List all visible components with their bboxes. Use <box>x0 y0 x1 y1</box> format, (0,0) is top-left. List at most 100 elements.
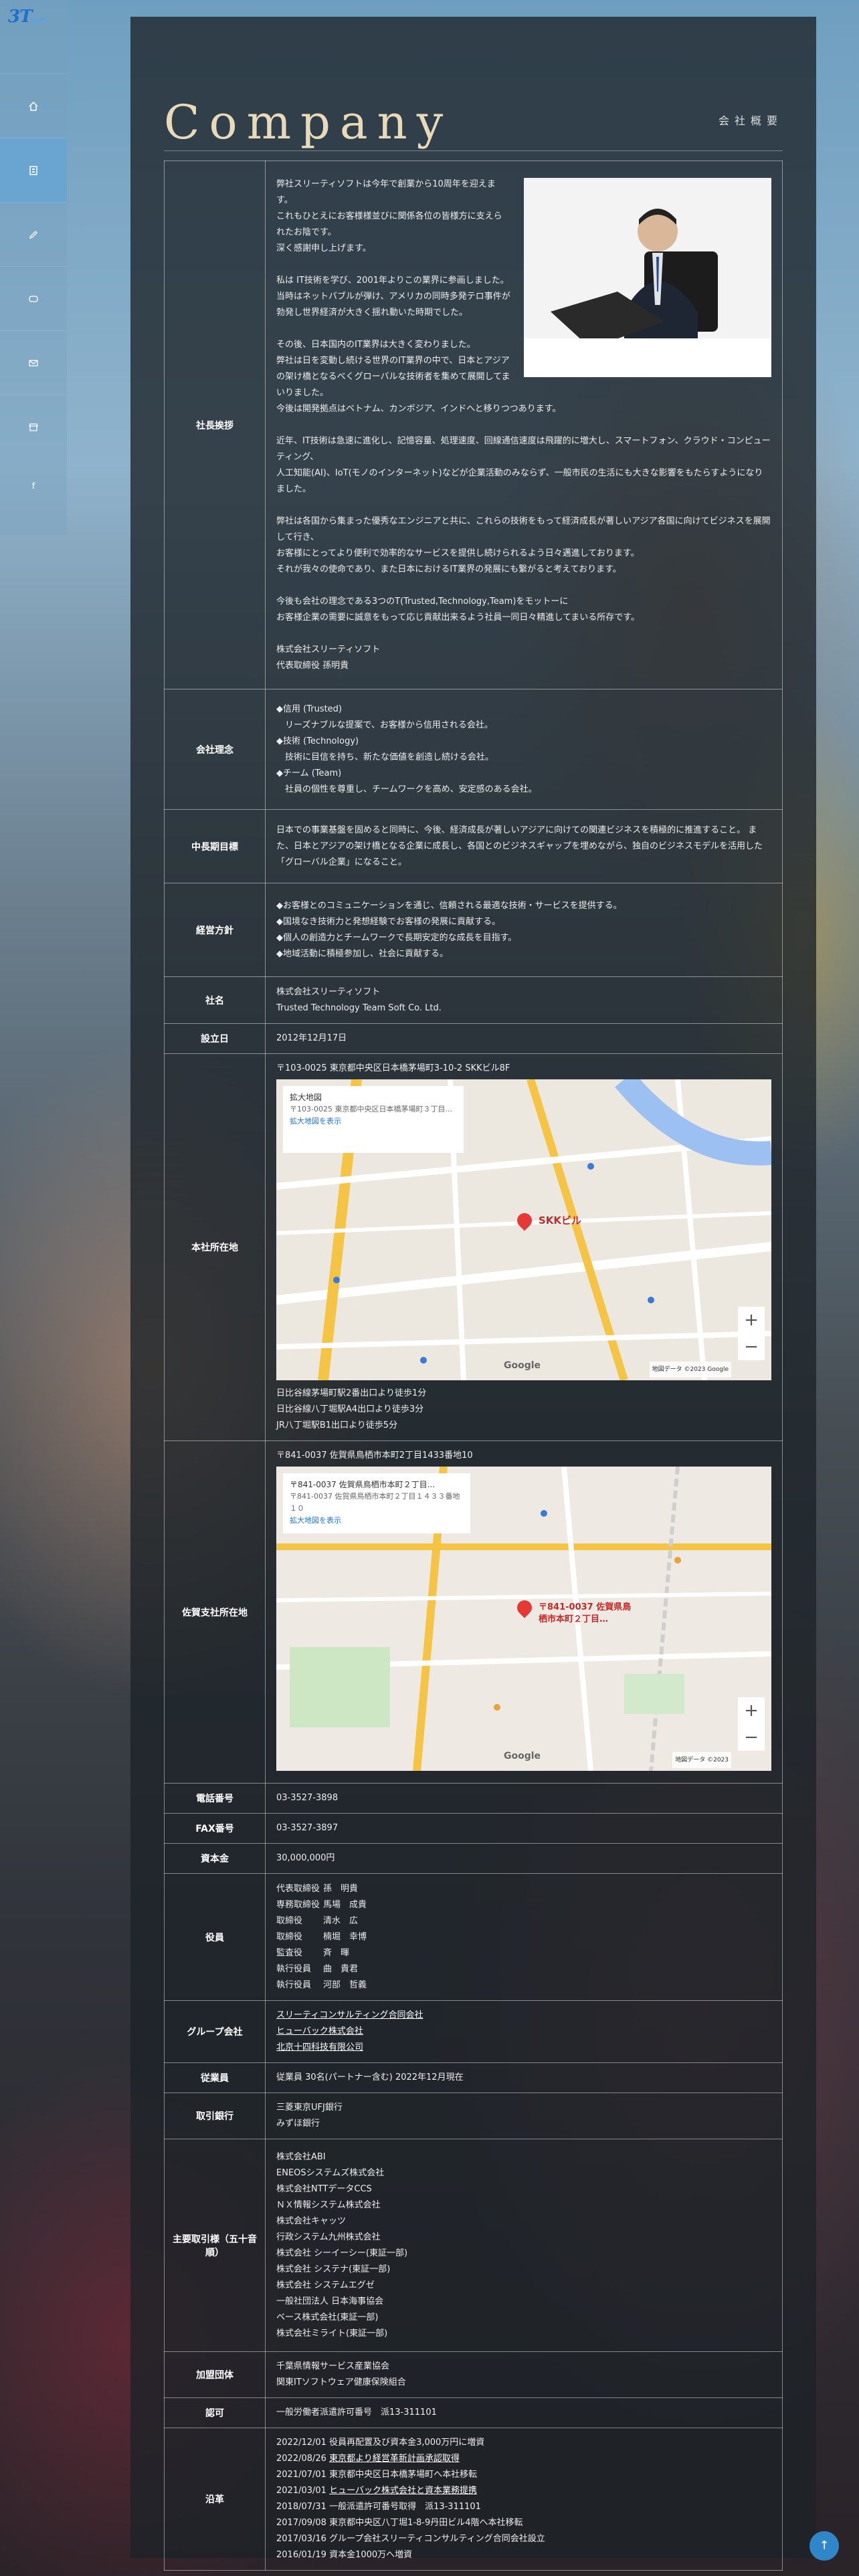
clients-content: 株式会社ABI ENEOSシステムズ株式会社 株式会社NTTデータCCS ＮＸ情… <box>265 2139 783 2352</box>
officer-role: 取締役 <box>276 1915 303 1926</box>
client-line: 株式会社 システムエグゼ <box>276 2280 375 2290</box>
zoom-out-icon[interactable]: − <box>738 1724 765 1751</box>
row-group: グループ会社 スリーティコンサルティング合同会社 ヒューバック株式会社 北京十四… <box>164 2000 783 2063</box>
saga-map[interactable]: 〒841-0037 佐賀県鳥栖市本町２丁目... 〒841-0037 佐賀県鳥栖… <box>276 1467 771 1771</box>
officer-row: 代表取締役孫 明貴 <box>276 1881 771 1897</box>
officer-role: 専務取締役 <box>276 1899 320 1910</box>
client-line: ＮＸ情報システム株式会社 <box>276 2199 381 2210</box>
zoom-in-icon[interactable]: + <box>738 1697 765 1724</box>
hq-map[interactable]: 拡大地図 〒103-0025 東京都中央区日本橋茅場町３丁目... 拡大地図を表… <box>276 1079 771 1380</box>
ceo-photo <box>524 177 771 377</box>
history-content: 2022/12/01 役員再配置及び資本金3,000万円に増資 2022/08/… <box>265 2428 783 2571</box>
client-line: 株式会社NTTデータCCS <box>276 2183 372 2194</box>
officer-role: 執行役員 <box>276 1979 312 1990</box>
history-text: 東京都中央区日本橋茅場町へ本社移転 <box>329 2470 478 2480</box>
client-line: 株式会社ミライト(東証一部) <box>276 2328 388 2339</box>
philosophy-line: リーズナブルな提案で、お客様から信用される会社。 <box>276 720 493 730</box>
label-license: 認可 <box>164 2397 266 2428</box>
page-title: Company <box>164 94 453 150</box>
officer-row: 執行役員曲 貴君 <box>276 1961 771 1977</box>
hq-map-pin-label: SKKビル <box>539 1214 582 1226</box>
policy-content: ◆お客様とのコミュニケーションを通じ、信頼される最適な技術・サービスを提供する。… <box>265 883 783 977</box>
group-company-link[interactable]: ヒューバック株式会社 <box>276 2026 363 2036</box>
label-founded: 設立日 <box>164 1023 266 1054</box>
nav-service[interactable] <box>0 202 67 267</box>
hq-map-enlarge-link[interactable]: 拡大地図を表示 <box>290 1115 457 1128</box>
employees-value: 従業員 30名(パートナー含む) 2022年12月現在 <box>265 2062 783 2093</box>
hq-map-google-logo: Google <box>504 1360 541 1371</box>
officer-name: 斉 暉 <box>323 1947 350 1958</box>
company-name-content: 株式会社スリーティソフト Trusted Technology Team Sof… <box>265 976 783 1024</box>
facebook-link[interactable]: f <box>0 481 67 492</box>
founded-value: 2012年12月17日 <box>265 1023 783 1054</box>
nav-contact[interactable] <box>0 330 67 395</box>
officer-row: 取締役 清水 広 <box>276 1913 771 1929</box>
row-license: 認可 一般労働者派遣許可番号 派13-311101 <box>164 2397 783 2428</box>
company-info-table: 社長挨拶 弊社スリーティソフトは今年で創業から10周年を迎えます。 これもひとえ… <box>164 160 783 2571</box>
history-item: 2022/12/01 役員再配置及び資本金3,000万円に増資 <box>276 2435 771 2451</box>
saga-map-enlarge-link[interactable]: 拡大地図を表示 <box>290 1515 464 1527</box>
history-date: 2021/07/01 <box>276 2470 326 2480</box>
history-link[interactable]: 東京都より経営革新計画承認取得 <box>329 2454 460 2464</box>
history-date: 2017/03/16 <box>276 2534 326 2544</box>
group-company-link[interactable]: 北京十四科技有限公司 <box>276 2042 363 2052</box>
row-banks: 取引銀行 三菱東京UFJ銀行 みずほ銀行 <box>164 2092 783 2139</box>
history-item: 2021/07/01 東京都中央区日本橋茅場町へ本社移転 <box>276 2467 771 2483</box>
officer-row: 取締役 楠堀 幸博 <box>276 1929 771 1945</box>
company-logo[interactable]: 3T soft <box>8 7 59 33</box>
hq-map-zoom[interactable]: + − <box>738 1307 765 1360</box>
nav-shop[interactable] <box>0 395 67 459</box>
history-link[interactable]: ヒューバック株式会社と資本業務提携 <box>329 2486 477 2496</box>
page-top-button[interactable]: ↑ <box>809 2531 839 2561</box>
saga-map-google-logo: Google <box>504 1751 541 1761</box>
saga-map-card-address: 〒841-0037 佐賀県鳥栖市本町２丁目１４３３番地１０ <box>290 1492 460 1513</box>
license-value: 一般労働者派遣許可番号 派13-311101 <box>265 2397 783 2428</box>
label-fax: FAX番号 <box>164 1813 266 1844</box>
label-history: 沿革 <box>164 2428 266 2571</box>
history-text: 一般派遣許可番号取得 派13-311101 <box>329 2502 481 2512</box>
row-saga: 佐賀支社所在地 〒841-0037 佐賀県鳥栖市本町2丁目1433番地10 〒8… <box>164 1440 783 1784</box>
logo-text: 3T <box>8 7 32 27</box>
history-date: 2017/09/08 <box>276 2518 326 2528</box>
label-philosophy: 会社理念 <box>164 689 266 810</box>
label-company-name: 社名 <box>164 976 266 1024</box>
zoom-out-icon[interactable]: − <box>738 1333 765 1360</box>
policy-line: ◆個人の創造力とチームワークで長期安定的な成長を目指す。 <box>276 932 517 943</box>
officer-role: 監査役 <box>276 1947 303 1958</box>
group-company-link[interactable]: スリーティコンサルティング合同会社 <box>276 2010 423 2020</box>
client-line: ベース株式会社(東証一部) <box>276 2312 379 2323</box>
saga-map-zoom[interactable]: + − <box>738 1697 765 1751</box>
history-item: 2021/03/01 ヒューバック株式会社と資本業務提携 <box>276 2483 771 2499</box>
saga-map-pin-label: 〒841-0037 佐賀県鳥栖市本町２丁目… <box>539 1602 632 1624</box>
nav-company[interactable] <box>0 138 67 203</box>
history-date: 2022/12/01 <box>276 2438 326 2448</box>
history-item: 2017/03/16 グループ会社スリーティコンサルティング合同会社設立 <box>276 2531 771 2547</box>
capital-value: 30,000,000円 <box>265 1843 783 1874</box>
hq-access-line: JR八丁堀駅B1出口より徒歩5分 <box>276 1420 398 1430</box>
group-content: スリーティコンサルティング合同会社 ヒューバック株式会社 北京十四科技有限公司 <box>265 2000 783 2063</box>
nav-home[interactable] <box>0 74 67 138</box>
row-fax: FAX番号 03-3527-3897 <box>164 1813 783 1844</box>
nav-recruit[interactable] <box>0 266 67 331</box>
greeting-paragraph-6: 今後も会社の理念である3つのT(Trusted,Technology,Team)… <box>276 596 640 623</box>
officer-name: 孫 明貴 <box>323 1883 359 1894</box>
philosophy-line: 社員の個性を尊重し、チームワークを高め、安定感のある会社。 <box>276 784 537 794</box>
label-employees: 従業員 <box>164 2062 266 2093</box>
logo-sub: soft <box>31 16 45 25</box>
client-line: 株式会社キャッツ <box>276 2216 347 2226</box>
hq-map-card-title: 拡大地図 <box>290 1093 322 1102</box>
row-capital: 資本金 30,000,000円 <box>164 1843 783 1874</box>
row-company-name: 社名 株式会社スリーティソフト Trusted Technology Team … <box>164 976 783 1024</box>
greeting-signature: 株式会社スリーティソフト 代表取締役 孫明貴 <box>276 644 381 671</box>
history-date: 2016/01/19 <box>276 2550 326 2560</box>
officer-row: 監査役 斉 暉 <box>276 1945 771 1961</box>
officer-role: 取締役 <box>276 1931 303 1942</box>
row-history: 沿革 2022/12/01 役員再配置及び資本金3,000万円に増資 2022/… <box>164 2428 783 2571</box>
hq-access-line: 日比谷線茅場町駅2番出口より徒歩1分 <box>276 1388 427 1398</box>
officer-name: 楠堀 幸博 <box>323 1931 367 1942</box>
zoom-in-icon[interactable]: + <box>738 1307 765 1333</box>
greeting-paragraph-4: 近年、IT技術は急速に進化し、記憶容量、処理速度、回線通信速度は飛躍的に増大し、… <box>276 435 771 494</box>
hq-address: 〒103-0025 東京都中央区日本橋茅場町3-10-2 SKKビル8F <box>276 1063 510 1073</box>
philosophy-content: ◆信用 (Trusted) リーズナブルな提案で、お客様から信用される会社。 ◆… <box>265 689 783 810</box>
label-hq: 本社所在地 <box>164 1053 266 1441</box>
